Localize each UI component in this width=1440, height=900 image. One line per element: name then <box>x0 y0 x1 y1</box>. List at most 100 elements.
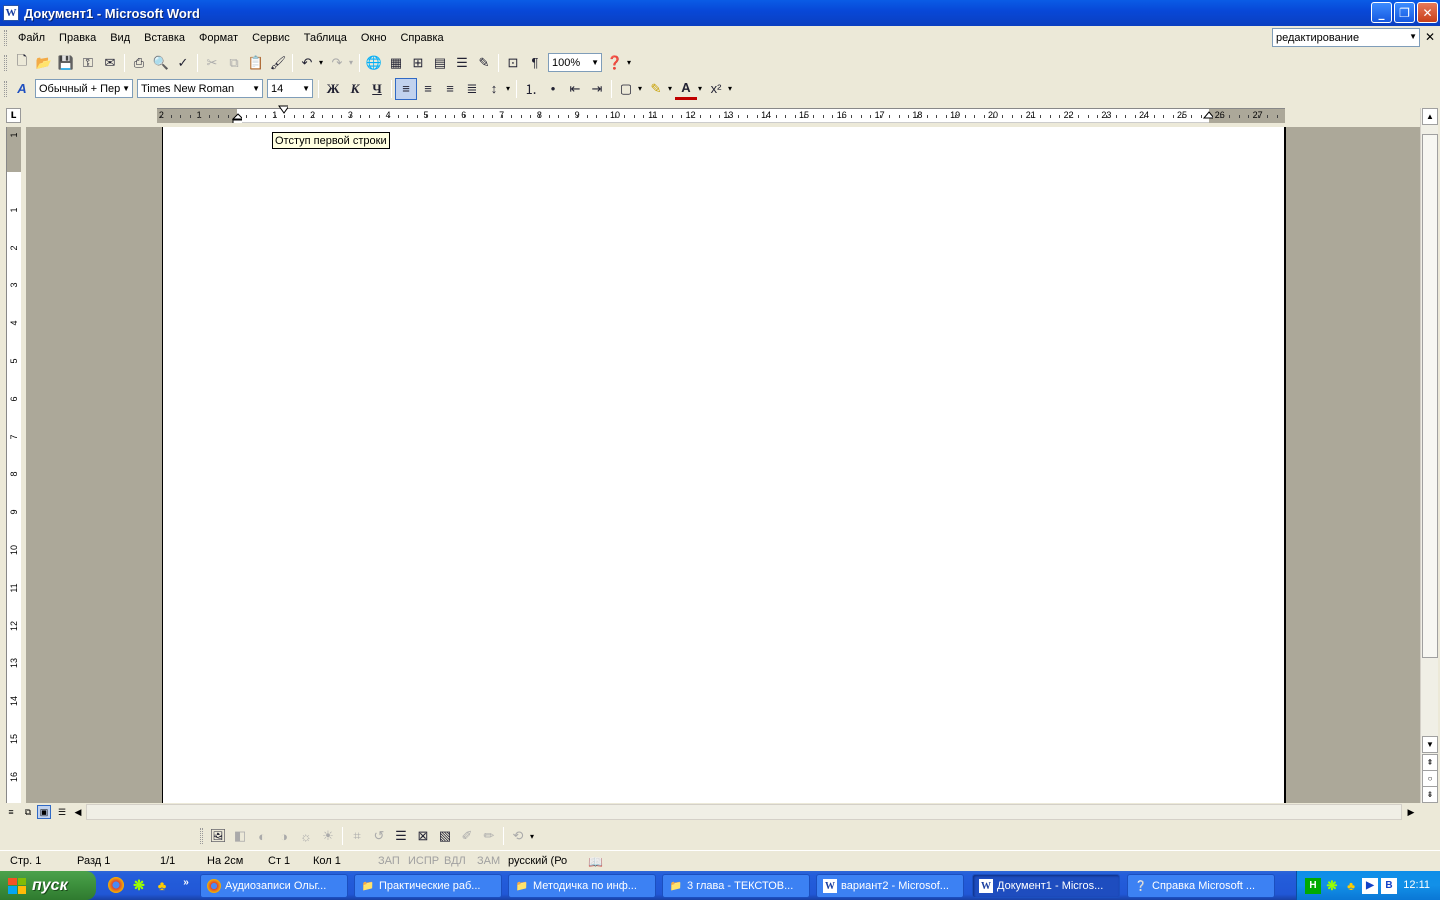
document-page[interactable] <box>162 127 1286 803</box>
scroll-right-icon[interactable]: ▶ <box>1404 805 1418 819</box>
tray-vk-icon[interactable]: B <box>1381 877 1397 894</box>
tables-borders-icon[interactable]: ▦ <box>385 52 407 74</box>
scroll-left-icon[interactable]: ◀ <box>71 805 85 819</box>
zoom-select[interactable]: 100% ▼ <box>548 53 602 72</box>
format-painter-icon[interactable]: 🖌 <box>267 52 289 74</box>
highlight-icon[interactable]: ✎ <box>645 78 667 100</box>
menu-tools[interactable]: Сервис <box>245 32 297 44</box>
print-icon[interactable]: ⎙ <box>128 52 150 74</box>
style-select[interactable]: Обычный + Пер ▼ <box>35 79 133 98</box>
justify-icon[interactable]: ≣ <box>461 78 483 100</box>
hanging-indent-icon[interactable] <box>232 113 242 123</box>
underline-button[interactable]: Ч <box>366 78 388 100</box>
chevron-down-icon[interactable]: ▼ <box>1409 32 1417 41</box>
styles-icon[interactable]: A <box>11 78 33 100</box>
menu-window[interactable]: Окно <box>354 32 394 44</box>
borders-dropdown-icon[interactable]: ▾ <box>635 84 645 93</box>
word-app-icon[interactable]: W <box>3 5 19 21</box>
reset-picture-icon[interactable]: ⟲ <box>507 825 529 847</box>
toolbar-grip[interactable] <box>4 80 7 97</box>
redo-dropdown-icon[interactable]: ▾ <box>346 58 356 67</box>
status-rec[interactable]: ЗАП <box>378 855 400 867</box>
menu-file[interactable]: Файл <box>11 32 52 44</box>
taskbar-item[interactable]: W вариант2 - Microsof... <box>816 874 964 898</box>
horizontal-scroll-track[interactable] <box>86 804 1402 820</box>
restore-button[interactable]: ❐ <box>1394 2 1415 23</box>
decrease-indent-icon[interactable]: ⇤ <box>564 78 586 100</box>
font-size-select[interactable]: 14 ▼ <box>267 79 313 98</box>
toolbar-grip[interactable] <box>200 828 203 844</box>
next-page-icon[interactable]: ⇟ <box>1422 786 1438 803</box>
browse-object-icon[interactable]: ○ <box>1422 770 1438 787</box>
format-picture-icon[interactable]: ✐ <box>456 825 478 847</box>
save-icon[interactable]: 💾 <box>55 52 77 74</box>
menu-view[interactable]: Вид <box>103 32 137 44</box>
scroll-thumb[interactable] <box>1422 134 1438 658</box>
more-contrast-icon[interactable]: ◐ <box>251 825 273 847</box>
email-icon[interactable]: ✉ <box>99 52 121 74</box>
increase-indent-icon[interactable]: ⇥ <box>586 78 608 100</box>
menu-edit[interactable]: Правка <box>52 32 103 44</box>
align-left-icon[interactable]: ≡ <box>395 77 417 100</box>
vertical-ruler[interactable]: 1 1 2 3 4 5 6 7 8 9 10 11 12 13 14 15 16 <box>6 127 21 803</box>
hyperlink-icon[interactable]: 🌐 <box>363 52 385 74</box>
less-brightness-icon[interactable]: ☀ <box>317 825 339 847</box>
cut-icon[interactable]: ✂ <box>201 52 223 74</box>
document-close-icon[interactable]: ✕ <box>1425 30 1435 44</box>
insert-picture-icon[interactable]: 🖼 <box>207 825 229 847</box>
web-view-icon[interactable]: ⧉ <box>21 805 35 819</box>
columns-icon[interactable]: ☰ <box>451 52 473 74</box>
undo-icon[interactable]: ↶ <box>296 52 318 74</box>
document-map-icon[interactable]: ⊡ <box>502 52 524 74</box>
bullets-icon[interactable]: • <box>542 78 564 100</box>
open-folder-icon[interactable]: 📂 <box>33 52 55 74</box>
toolbar-grip[interactable] <box>4 54 7 71</box>
taskbar-item[interactable]: ❔ Справка Microsoft ... <box>1127 874 1275 898</box>
outline-view-icon[interactable]: ☰ <box>55 805 69 819</box>
redo-icon[interactable]: ↷ <box>326 52 348 74</box>
borders-icon[interactable]: ▢ <box>615 78 637 100</box>
first-line-indent-icon[interactable] <box>278 105 288 115</box>
font-select[interactable]: Times New Roman ▼ <box>137 79 263 98</box>
app-quicklaunch-icon[interactable]: ♣ <box>154 877 170 893</box>
numbering-icon[interactable]: ⒈ <box>520 78 542 100</box>
network-quicklaunch-icon[interactable]: ❋ <box>131 877 147 893</box>
pilcrow-icon[interactable]: ¶ <box>524 52 546 74</box>
scroll-down-icon[interactable]: ▼ <box>1422 736 1438 753</box>
crop-icon[interactable]: ⌗ <box>346 825 368 847</box>
taskbar-item[interactable]: 📁 Методичка по инф... <box>508 874 656 898</box>
start-button[interactable]: пуск <box>0 871 96 900</box>
align-right-icon[interactable]: ≡ <box>439 78 461 100</box>
help-search-input[interactable]: редактирование ▼ <box>1272 28 1420 47</box>
spelling-icon[interactable]: ✓ <box>172 52 194 74</box>
tray-network-icon[interactable]: ❋ <box>1324 878 1340 894</box>
status-ext[interactable]: ВДЛ <box>444 855 466 867</box>
menu-grip[interactable] <box>4 30 7 46</box>
menu-format[interactable]: Формат <box>192 32 245 44</box>
rotate-icon[interactable]: ↺ <box>368 825 390 847</box>
permission-icon[interactable]: ⚿ <box>77 52 99 74</box>
tray-shield-icon[interactable]: ♣ <box>1343 878 1359 894</box>
set-transparent-icon[interactable]: ✏ <box>478 825 500 847</box>
color-icon[interactable]: ◧ <box>229 825 251 847</box>
line-style-icon[interactable]: ☰ <box>390 825 412 847</box>
right-indent-icon[interactable] <box>1203 111 1213 121</box>
help-icon[interactable]: ❓ <box>604 52 626 74</box>
status-trk[interactable]: ИСПР <box>408 855 439 867</box>
close-button[interactable]: ✕ <box>1417 2 1438 23</box>
insert-table-icon[interactable]: ⊞ <box>407 52 429 74</box>
chrome-quicklaunch-icon[interactable] <box>108 877 124 893</box>
toolbar-options-icon[interactable]: ▾ <box>624 58 634 67</box>
print-preview-icon[interactable]: 🔍 <box>150 52 172 74</box>
font-color-dropdown-icon[interactable]: ▾ <box>695 84 705 93</box>
toolbar-options-icon[interactable]: ▾ <box>527 832 537 841</box>
normal-view-icon[interactable]: ≡ <box>4 805 18 819</box>
taskbar-item[interactable]: Аудиозаписи Ольг... <box>200 874 348 898</box>
toolbar-options-icon[interactable]: ▾ <box>725 84 735 93</box>
spelling-status-icon[interactable]: 📖 <box>588 855 603 869</box>
menu-table[interactable]: Таблица <box>297 32 354 44</box>
vertical-scrollbar[interactable]: ▲ ▼ ⇞ ○ ⇟ <box>1420 108 1438 803</box>
text-wrapping-icon[interactable]: ▧ <box>434 825 456 847</box>
tray-app-icon[interactable]: Н <box>1305 877 1321 894</box>
new-document-icon[interactable]: 🗋 <box>11 52 33 74</box>
